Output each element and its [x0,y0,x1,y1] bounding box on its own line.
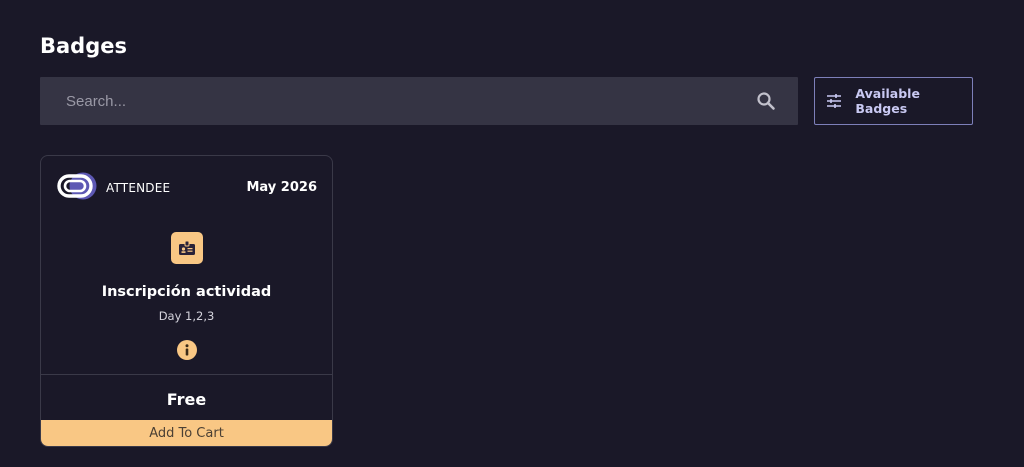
sliders-icon [825,92,842,110]
badge-card: ATTENDEE May 2026 Inscripción actividad … [40,155,333,447]
add-to-cart-button[interactable]: Add To Cart [41,420,332,446]
organizer-logo [57,171,98,201]
search-input[interactable] [40,77,754,125]
badge-days: Day 1,2,3 [158,309,215,323]
available-badges-button[interactable]: Available Badges [814,77,973,125]
badge-date: May 2026 [246,180,318,195]
search-icon[interactable] [754,89,778,113]
card-divider [41,374,332,375]
search-bar [40,77,798,125]
available-badges-label: Available Badges [855,86,920,116]
badge-type: ATTENDEE [106,181,171,195]
info-icon[interactable] [177,340,197,360]
badge-name: Inscripción actividad [101,284,272,300]
id-badge-icon [171,232,203,264]
page-title: Badges [40,34,127,58]
badge-card-header: ATTENDEE May 2026 [41,156,332,220]
badge-price: Free [166,390,207,409]
